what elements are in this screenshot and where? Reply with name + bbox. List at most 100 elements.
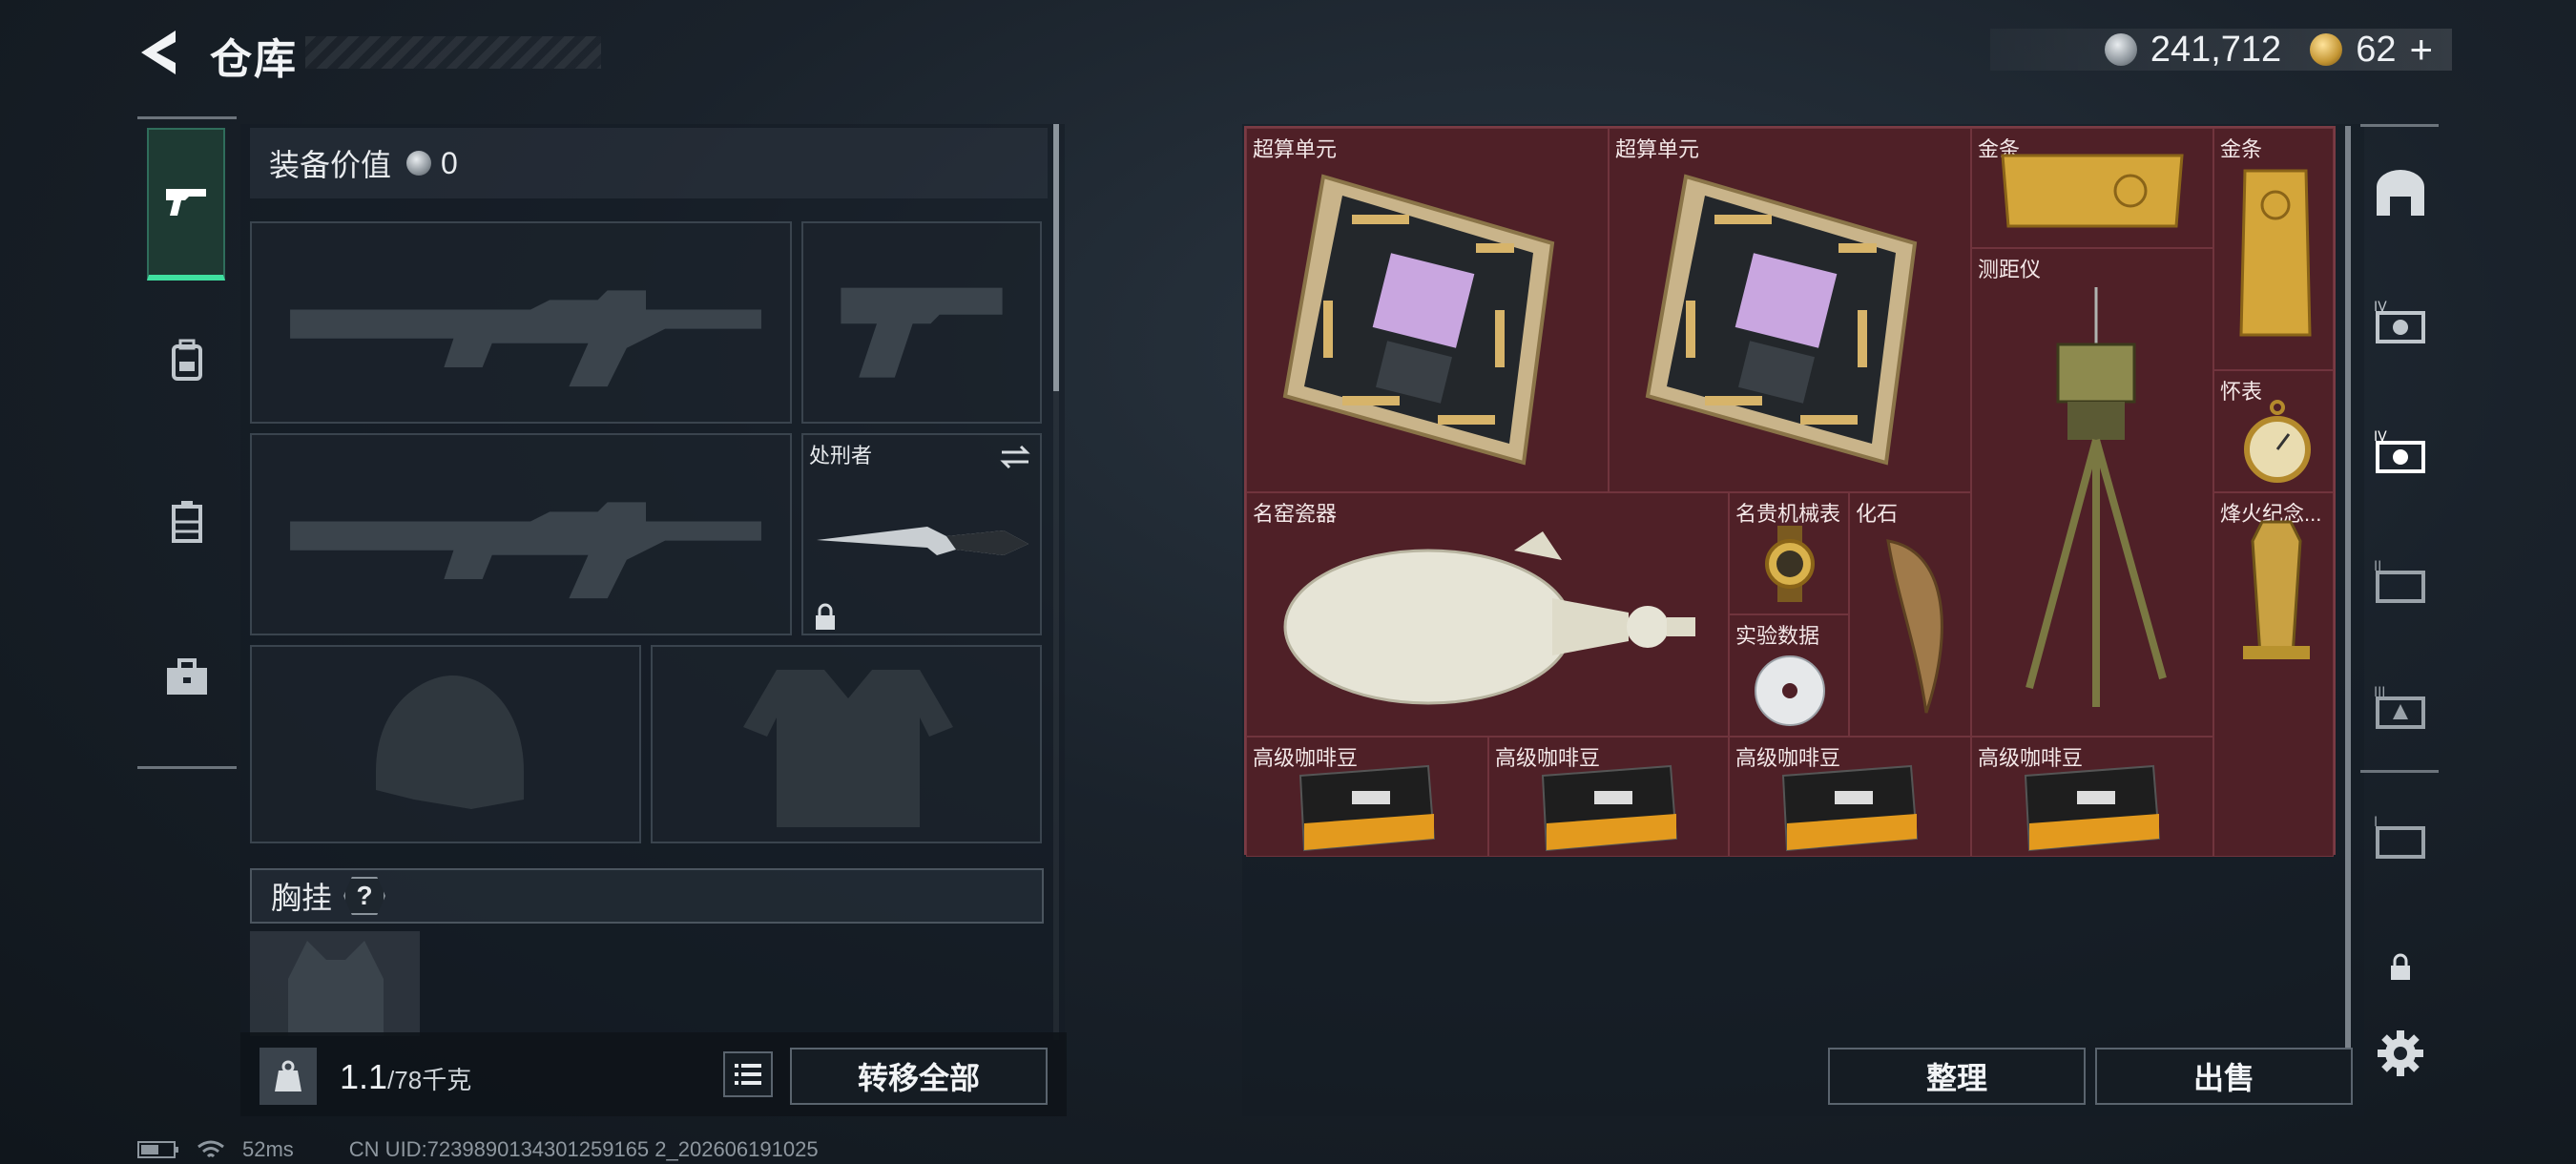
- rangefinder-tripod-icon: [2025, 287, 2167, 707]
- page-title: 仓库: [210, 36, 298, 83]
- supercomputer-board-icon: [1645, 174, 1918, 466]
- melee-slot[interactable]: 处刑者: [801, 433, 1042, 635]
- knife-icon: [817, 527, 1028, 555]
- primary-weapon-slot[interactable]: [250, 221, 792, 424]
- equipment-scroll-thumb[interactable]: [1053, 124, 1059, 391]
- item-label: 金条: [2220, 137, 2263, 161]
- armor-silhouette-icon: [743, 670, 953, 827]
- item-coffee-beans-2[interactable]: 高级咖啡豆: [1488, 737, 1729, 857]
- item-gold-bar-2[interactable]: 金条: [2213, 128, 2334, 370]
- item-porcelain-vase[interactable]: 名窑瓷器: [1246, 492, 1729, 737]
- rig-icon: [172, 501, 202, 543]
- melee-label: 处刑者: [809, 444, 873, 468]
- lock-icon: [2391, 953, 2410, 980]
- secondary-weapon-slot[interactable]: [250, 433, 792, 635]
- list-view-button[interactable]: [723, 1051, 773, 1097]
- tab-tier4-gear[interactable]: IV: [2362, 282, 2439, 359]
- list-icon: [735, 1064, 761, 1085]
- equipment-value-label: 装备价值: [269, 148, 392, 182]
- gear-icon: [2378, 1030, 2423, 1076]
- helmet-silhouette-icon: [376, 676, 524, 809]
- silver-amount: 241,712: [2150, 29, 2282, 70]
- gold-bar-icon: [2001, 154, 2184, 228]
- item-gold-bar-1[interactable]: 金条: [1971, 128, 2213, 248]
- gold-bar-icon: [2239, 169, 2312, 337]
- tab-tier4-gear-active[interactable]: IV: [2362, 412, 2439, 488]
- tab-tier2-gear[interactable]: II: [2362, 542, 2439, 618]
- item-supercomputer-1[interactable]: 超算单元: [1246, 128, 1609, 492]
- helmet-slot[interactable]: [250, 645, 641, 843]
- equipment-value-bar: 装备价值 0: [250, 128, 1048, 198]
- tier1-gear-icon: I: [2374, 815, 2425, 859]
- equipment-value: 0: [441, 145, 458, 180]
- gold-coin-icon: [2310, 33, 2343, 66]
- coffee-beans-icon: [2024, 764, 2161, 852]
- lock-icon: [816, 603, 835, 630]
- help-button[interactable]: ?: [343, 877, 386, 915]
- coffee-beans-icon: [1541, 764, 1678, 852]
- tier2-gear-icon: II: [2374, 559, 2425, 603]
- sort-button[interactable]: 整理: [1828, 1048, 2086, 1105]
- tab-storage-home[interactable]: [2362, 155, 2439, 231]
- item-label: 名贵机械表: [1735, 502, 1841, 526]
- status-bar: 52ms CN UID:7239890134301259165 2_202606…: [137, 1137, 819, 1162]
- ping-value: 52ms: [242, 1137, 294, 1161]
- back-button[interactable]: [134, 27, 191, 78]
- chest-rig-silhouette-icon: [288, 941, 384, 1036]
- item-rangefinder[interactable]: 测距仪: [1971, 248, 2213, 737]
- sell-button[interactable]: 出售: [2095, 1048, 2353, 1105]
- storage-scrollbar[interactable]: [2345, 126, 2351, 1070]
- item-data-disc[interactable]: 实验数据: [1729, 614, 1849, 737]
- tab-locked[interactable]: [2362, 929, 2439, 1006]
- item-supercomputer-2[interactable]: 超算单元: [1609, 128, 1971, 492]
- weight-current: 1.1: [340, 1057, 388, 1096]
- coffee-beans-icon: [1781, 764, 1919, 852]
- tab-tier3-gear[interactable]: III: [2362, 668, 2439, 744]
- title-decoration: [305, 36, 601, 69]
- item-label: 测距仪: [1978, 258, 2042, 281]
- back-arrow-icon: [141, 31, 176, 74]
- tab-backpack[interactable]: [149, 322, 225, 399]
- item-fossil[interactable]: 化石: [1849, 492, 1971, 737]
- rifle-silhouette-icon: [290, 502, 761, 599]
- porcelain-vase-icon: [1283, 531, 1695, 705]
- storage-grid: 超算单元 超算单元 金条 金条 测距仪 怀表 名窑瓷器 名贵机械表 化石 实验数…: [1244, 126, 2336, 857]
- item-coffee-beans-4[interactable]: 高级咖啡豆: [1971, 737, 2213, 857]
- item-mechanical-watch[interactable]: 名贵机械表: [1729, 492, 1849, 614]
- weight-max: /78千克: [387, 1066, 472, 1094]
- mechanical-watch-icon: [1765, 526, 1815, 602]
- settings-button[interactable]: [2362, 1015, 2439, 1091]
- item-coffee-beans-1[interactable]: 高级咖啡豆: [1246, 737, 1488, 857]
- data-disc-icon: [1755, 655, 1825, 726]
- trophy-icon: [2243, 520, 2310, 659]
- pistol-icon: [166, 189, 206, 216]
- home-icon: [2377, 170, 2424, 216]
- chest-rig-header: 胸挂 ?: [250, 868, 1044, 924]
- sidearm-slot[interactable]: [801, 221, 1042, 424]
- supercomputer-board-icon: [1282, 174, 1555, 466]
- swap-icon[interactable]: [998, 443, 1032, 471]
- item-trophy[interactable]: 烽火纪念...: [2213, 492, 2334, 857]
- add-currency-button[interactable]: +: [2409, 27, 2433, 73]
- currency-bar: 241,712 62 +: [1989, 27, 2452, 73]
- rifle-silhouette-icon: [290, 290, 761, 387]
- tab-weapons[interactable]: [147, 128, 225, 281]
- gold-amount: 62: [2356, 29, 2397, 70]
- pistol-silhouette-icon: [841, 287, 1003, 378]
- tab-rig[interactable]: [149, 485, 225, 561]
- item-label: 实验数据: [1735, 624, 1820, 648]
- chest-rig-slot[interactable]: [250, 931, 420, 1036]
- backpack-icon: [172, 339, 202, 381]
- tab-case[interactable]: [149, 639, 225, 716]
- silver-coin-icon: [2104, 33, 2137, 66]
- user-uid: CN UID:7239890134301259165 2_20260619102…: [348, 1137, 819, 1161]
- transfer-all-button[interactable]: 转移全部: [790, 1048, 1048, 1105]
- tab-tier1-gear[interactable]: I: [2362, 798, 2439, 874]
- coffee-beans-icon: [1298, 764, 1436, 852]
- item-label: 化石: [1856, 502, 1899, 526]
- item-coffee-beans-3[interactable]: 高级咖啡豆: [1729, 737, 1971, 857]
- armor-slot[interactable]: [651, 645, 1042, 843]
- tier4-gear-icon: IV: [2374, 300, 2425, 343]
- tier4-gear-active-icon: IV: [2374, 429, 2425, 473]
- wifi-icon: [197, 1140, 224, 1158]
